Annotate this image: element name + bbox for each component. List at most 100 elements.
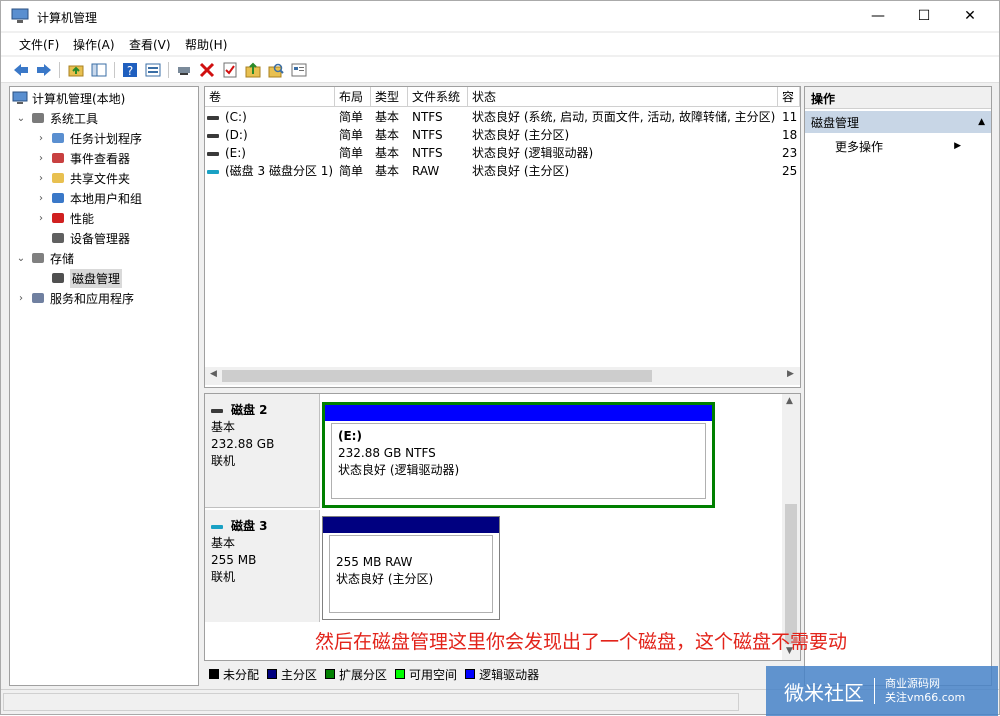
vertical-scroll-thumb[interactable]	[785, 504, 797, 644]
more-actions-item[interactable]: 更多操作 ▶	[805, 135, 991, 157]
menu-help[interactable]: 帮助(H)	[185, 36, 227, 53]
chevron-right-icon[interactable]: ›	[36, 173, 46, 184]
disk-2-partition-e[interactable]: (E:) 232.88 GB NTFS 状态良好 (逻辑驱动器)	[322, 402, 715, 508]
column-header-capacity[interactable]: 容	[778, 87, 800, 107]
clock-icon	[50, 130, 66, 146]
menu-file[interactable]: 文件(F)	[19, 36, 59, 53]
tree-item-label: 事件查看器	[70, 151, 131, 166]
volume-cell-cap: 23	[782, 146, 798, 160]
properties-icon[interactable]	[144, 61, 162, 79]
legend-item: 未分配	[209, 666, 259, 683]
actions-group-disk-management[interactable]: 磁盘管理 ▲	[805, 111, 991, 133]
actions-pane: 操作 磁盘管理 ▲ 更多操作 ▶	[804, 86, 992, 686]
chevron-right-icon[interactable]: ›	[36, 213, 46, 224]
tree-item[interactable]: › 本地用户和组	[36, 188, 142, 208]
partition-legend: 未分配 主分区 扩展分区 可用空间 逻辑驱动器	[204, 663, 801, 685]
column-header-layout[interactable]: 布局	[335, 87, 371, 107]
tree-item[interactable]: › 事件查看器	[36, 148, 130, 168]
check-icon[interactable]	[221, 61, 239, 79]
tree-item[interactable]: › 性能	[36, 208, 94, 228]
volume-cell-type: 基本	[375, 164, 400, 178]
volume-cell-vol: (E:)	[207, 144, 335, 162]
chevron-right-icon[interactable]: ›	[36, 193, 46, 204]
logical-drive-bar	[325, 405, 712, 421]
chevron-right-icon[interactable]: ›	[36, 153, 46, 164]
disk-3-info[interactable]: 磁盘 3 基本 255 MB 联机	[205, 510, 320, 622]
hard-disk-icon	[211, 408, 223, 413]
tutorial-caption: 然后在磁盘管理这里你会发现出了一个磁盘，这个磁盘不需要动	[315, 631, 848, 653]
vertical-scrollbar[interactable]: ▲ ▼	[782, 394, 800, 660]
up-folder-icon[interactable]	[67, 61, 85, 79]
actions-group-label: 磁盘管理	[811, 115, 860, 130]
tree-item[interactable]: › 共享文件夹	[36, 168, 130, 188]
collapse-up-icon[interactable]: ▲	[978, 117, 985, 127]
close-button[interactable]: ✕	[947, 1, 993, 31]
delete-icon[interactable]	[198, 61, 216, 79]
tree-item-label: 存储	[50, 251, 75, 266]
legend-swatch	[209, 669, 219, 679]
chevron-down-icon[interactable]: ⌄	[16, 113, 26, 124]
tree-item[interactable]: 磁盘管理	[36, 268, 123, 288]
chevron-right-icon[interactable]: ›	[36, 133, 46, 144]
tree-item-label: 本地用户和组	[70, 191, 143, 206]
show-tree-icon[interactable]	[90, 61, 108, 79]
legend-item: 逻辑驱动器	[465, 666, 539, 683]
volume-cell-layout: 简单	[339, 128, 364, 142]
tree-root[interactable]: 计算机管理(本地)	[12, 88, 125, 108]
legend-label: 主分区	[281, 667, 318, 682]
services-icon	[30, 290, 46, 306]
tree-item[interactable]: › 任务计划程序	[36, 128, 142, 148]
tree-item[interactable]: 设备管理器	[36, 228, 130, 248]
menu-view[interactable]: 查看(V)	[129, 36, 171, 53]
chevron-down-icon[interactable]: ⌄	[16, 253, 26, 264]
tree-item[interactable]: ⌄ 系统工具	[16, 108, 98, 128]
volume-cell-layout: 简单	[339, 164, 364, 178]
console-icon[interactable]	[290, 61, 308, 79]
more-actions-label: 更多操作	[835, 139, 884, 154]
column-header-type[interactable]: 类型	[371, 87, 408, 107]
disk-3-partition-1[interactable]: 255 MB RAW 状态良好 (主分区)	[322, 516, 500, 620]
actions-header: 操作	[805, 87, 991, 109]
legend-swatch	[465, 669, 476, 679]
partition-e-size: 232.88 GB NTFS	[338, 446, 436, 460]
maximize-button[interactable]: ☐	[901, 1, 947, 31]
chevron-right-icon[interactable]: ›	[16, 293, 26, 304]
partition-raw-size: 255 MB RAW	[336, 555, 413, 569]
legend-swatch	[325, 669, 336, 679]
column-header-filesystem[interactable]: 文件系统	[408, 87, 468, 107]
partition-e-label: (E:)	[338, 429, 362, 443]
disk-3-state: 联机	[211, 570, 236, 584]
volume-cell-fs: NTFS	[412, 146, 443, 160]
legend-item: 主分区	[267, 666, 317, 683]
volume-row[interactable]: (C:) 简单 基本 NTFS 状态良好 (系统, 启动, 页面文件, 活动, 故障转储…	[205, 108, 800, 126]
connect-icon[interactable]	[175, 61, 193, 79]
minimize-button[interactable]: —	[855, 1, 901, 31]
tree-item[interactable]: › 服务和应用程序	[16, 288, 134, 308]
submenu-arrow-icon: ▶	[954, 141, 961, 151]
volume-row[interactable]: (E:) 简单 基本 NTFS 状态良好 (逻辑驱动器) 23	[205, 144, 800, 162]
legend-label: 扩展分区	[339, 667, 388, 682]
volume-cell-layout: 简单	[339, 146, 364, 160]
volume-cell-cap: 18	[782, 128, 798, 142]
disk-2-info[interactable]: 磁盘 2 基本 232.88 GB 联机	[205, 394, 320, 508]
legend-swatch	[395, 669, 406, 679]
horizontal-scroll-thumb[interactable]	[222, 370, 652, 382]
tree-root-label: 计算机管理(本地)	[32, 91, 126, 106]
volume-row[interactable]: (磁盘 3 磁盘分区 1) 简单 基本 RAW 状态良好 (主分区) 25	[205, 162, 800, 180]
search-folder-icon[interactable]	[267, 61, 285, 79]
disk-2-name: 磁盘 2	[231, 403, 268, 417]
horizontal-scrollbar[interactable]: ◀ ▶	[205, 367, 800, 385]
back-icon[interactable]	[12, 61, 30, 79]
column-header-status[interactable]: 状态	[468, 87, 778, 107]
column-header-volume[interactable]: 卷	[205, 87, 335, 107]
computer-management-window: 计算机管理 — ☐ ✕ 文件(F) 操作(A) 查看(V) 帮助(H) ? 计算…	[0, 0, 1000, 716]
menu-action[interactable]: 操作(A)	[73, 36, 115, 53]
tree-item[interactable]: ⌄ 存储	[16, 248, 74, 268]
volume-row[interactable]: (D:) 简单 基本 NTFS 状态良好 (主分区) 18	[205, 126, 800, 144]
open-folder-icon[interactable]	[244, 61, 262, 79]
toolbar: ?	[1, 57, 999, 83]
volume-cell-cap: 11	[782, 110, 798, 124]
tree-item-label: 性能	[70, 211, 95, 226]
forward-icon[interactable]	[35, 61, 53, 79]
help-icon[interactable]: ?	[121, 61, 139, 79]
